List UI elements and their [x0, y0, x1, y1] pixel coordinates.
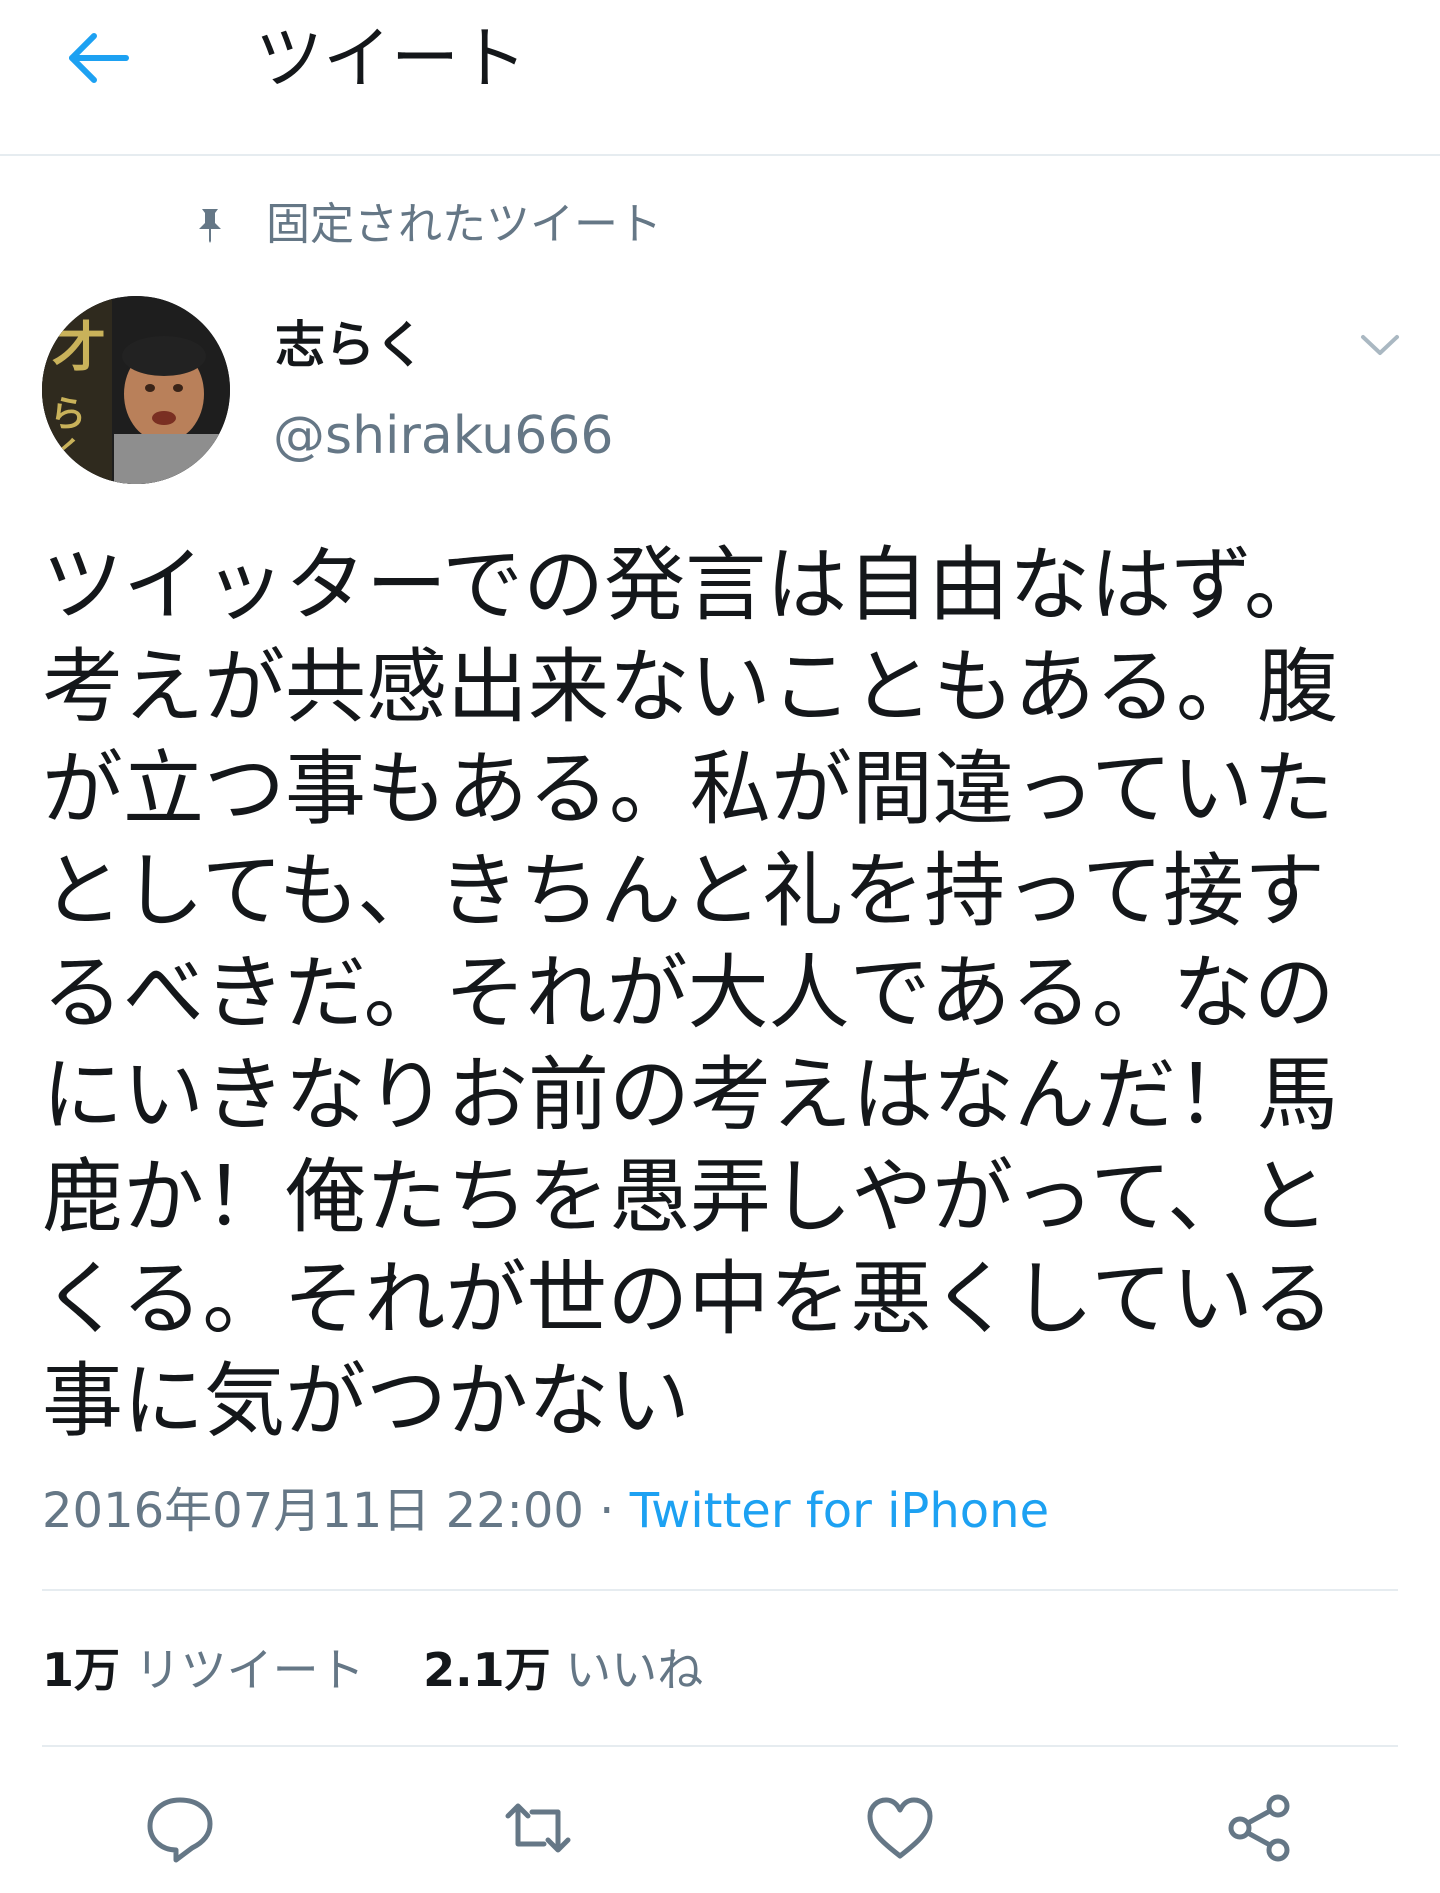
- more-options-button[interactable]: [1355, 325, 1405, 365]
- like-button[interactable]: [862, 1790, 938, 1866]
- reply-button[interactable]: [142, 1790, 218, 1866]
- share-button[interactable]: [1222, 1790, 1298, 1866]
- tweet-meta: 2016年07月11日 22:00 · Twitter for iPhone: [42, 1478, 1049, 1544]
- divider: [42, 1589, 1398, 1591]
- arrow-left-icon: [69, 33, 129, 83]
- tweet-stats: 1万 リツイート 2.1万 いいね: [42, 1637, 703, 1703]
- retweet-count: 1万: [42, 1643, 121, 1697]
- chevron-down-icon: [1361, 335, 1399, 355]
- like-stat[interactable]: 2.1万 いいね: [423, 1643, 703, 1697]
- divider: [42, 1745, 1398, 1747]
- pinned-label: 固定されたツイート: [266, 199, 662, 250]
- svg-text:才: 才: [52, 316, 106, 379]
- like-icon: [867, 1797, 933, 1859]
- like-label: いいね: [565, 1643, 704, 1697]
- action-bar: [0, 1790, 1440, 1870]
- meta-separator: ·: [583, 1483, 630, 1539]
- display-name[interactable]: 志らく: [275, 312, 425, 378]
- tweet-source-link[interactable]: Twitter for iPhone: [630, 1483, 1049, 1539]
- top-bar: ツイート: [0, 0, 1440, 156]
- like-count: 2.1万: [423, 1643, 551, 1697]
- page-title: ツイート: [255, 20, 528, 99]
- back-button[interactable]: [60, 22, 140, 102]
- tweet-timestamp[interactable]: 2016年07月11日 22:00: [42, 1483, 584, 1539]
- avatar[interactable]: 才 ら く: [42, 296, 230, 484]
- avatar-image: 才 ら く: [42, 296, 230, 484]
- user-handle[interactable]: @shiraku666: [273, 403, 613, 469]
- svg-text:ら: ら: [50, 394, 86, 435]
- pin-icon: [199, 209, 221, 243]
- tweet-text: ツイッターでの発言は自由なはず。考えが共感出来ないこともある。腹が立つ事もある。…: [42, 539, 1339, 1449]
- retweet-button[interactable]: [500, 1790, 576, 1866]
- svg-text:く: く: [52, 434, 84, 472]
- retweet-label: リツイート: [134, 1643, 365, 1697]
- reply-icon: [147, 1797, 213, 1863]
- share-icon: [1228, 1794, 1290, 1862]
- retweet-icon: [505, 1803, 571, 1853]
- pinned-indicator: 固定されたツイート: [188, 195, 662, 255]
- retweet-stat[interactable]: 1万 リツイート: [42, 1643, 365, 1697]
